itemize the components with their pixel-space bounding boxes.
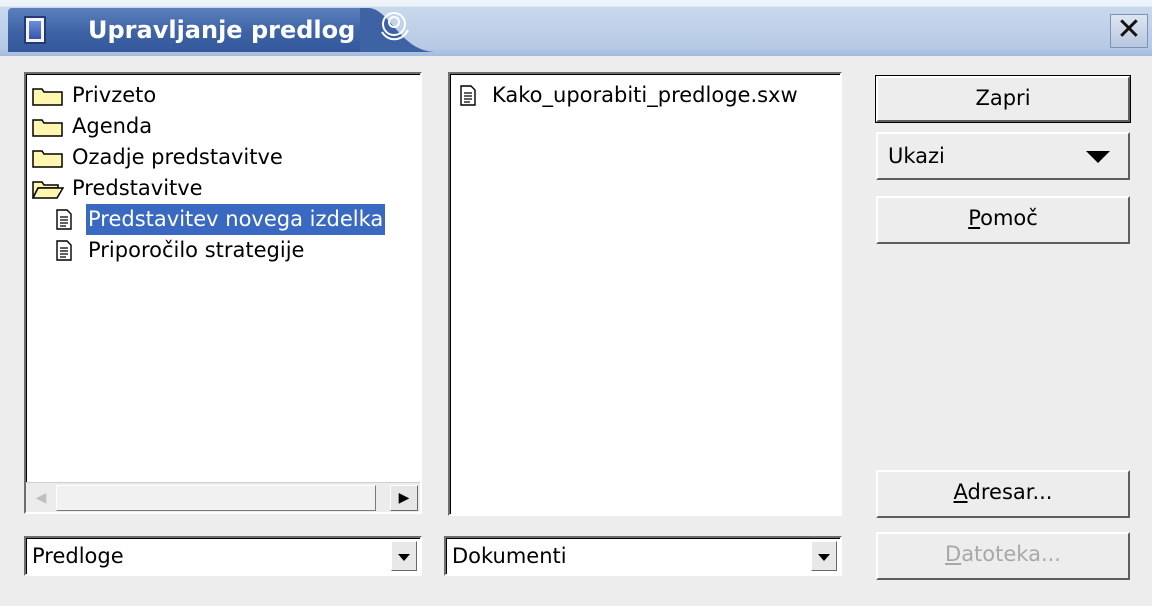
tree-item-agenda[interactable]: Agenda	[32, 111, 412, 142]
document-list[interactable]: Kako_uporabiti_predloge.sxw	[448, 72, 842, 516]
close-icon: ✕	[1116, 12, 1142, 47]
right-source-select[interactable]: Dokumenti	[444, 536, 842, 576]
tree-item-predstavitve[interactable]: Predstavitve	[32, 173, 412, 204]
folder-icon	[32, 88, 63, 106]
left-source-select[interactable]: Predloge	[24, 536, 422, 576]
tree-item-label: Agenda	[72, 114, 153, 138]
dropdown-arrow-icon	[1086, 151, 1110, 163]
app-icon	[24, 16, 46, 44]
commands-menu-label: Ukazi	[888, 144, 945, 168]
left-source-value: Predloge	[32, 544, 124, 568]
title-tab-curve	[360, 8, 436, 52]
help-button-label: Pomoč	[968, 206, 1038, 230]
file-button[interactable]: Datoteka...	[876, 532, 1130, 580]
title-bar[interactable]: Upravljanje predlog ✕	[0, 0, 1152, 56]
tree-item-privzeto[interactable]: Privzeto	[32, 80, 412, 111]
right-source-value: Dokumenti	[452, 544, 567, 568]
tree-horizontal-scrollbar[interactable]: ◀ ▶	[26, 482, 420, 512]
folder-open-icon	[32, 181, 64, 199]
folder-icon	[32, 150, 63, 168]
help-button[interactable]: Pomoč	[876, 196, 1130, 244]
address-book-button-label: Adresar...	[953, 480, 1053, 504]
tree-item-label: Predstavitve	[72, 176, 203, 200]
close-button-label: Zapri	[975, 86, 1031, 110]
close-window-button[interactable]: ✕	[1110, 14, 1148, 48]
window-title: Upravljanje predlog	[88, 16, 356, 44]
tree-item-label: Privzeto	[72, 83, 157, 107]
close-button[interactable]: Zapri	[876, 76, 1130, 122]
file-button-label: Datoteka...	[945, 542, 1061, 566]
document-icon	[56, 209, 72, 230]
tree-item-priporocilo-strategije[interactable]: Priporočilo strategije	[52, 235, 422, 266]
tree-item-predstavitev-novega-izdelka[interactable]: Predstavitev novega izdelka	[52, 204, 422, 235]
tree-item-label: Ozadje predstavitve	[72, 145, 283, 169]
chevron-down-icon[interactable]	[811, 541, 837, 571]
tree-item-label: Priporočilo strategije	[88, 238, 305, 262]
scroll-left-icon[interactable]: ◀	[28, 485, 54, 511]
scroll-right-icon[interactable]: ▶	[390, 485, 418, 511]
scrollbar-thumb[interactable]	[56, 485, 376, 511]
tree-item-ozadje-predstavitve[interactable]: Ozadje predstavitve	[32, 142, 412, 173]
address-book-button[interactable]: Adresar...	[876, 470, 1130, 518]
file-item-label: Kako_uporabiti_predloge.sxw	[492, 83, 798, 107]
document-icon	[460, 85, 476, 106]
tree-item-label: Predstavitev novega izdelka	[86, 204, 386, 235]
folder-icon	[32, 119, 63, 137]
template-category-tree[interactable]: Privzeto Agenda Ozadje predstavitve Pred…	[24, 72, 422, 514]
chevron-down-icon[interactable]	[391, 541, 417, 571]
document-icon	[56, 240, 72, 261]
file-item[interactable]: Kako_uporabiti_predloge.sxw	[456, 80, 836, 111]
commands-menu-button[interactable]: Ukazi	[876, 132, 1130, 180]
